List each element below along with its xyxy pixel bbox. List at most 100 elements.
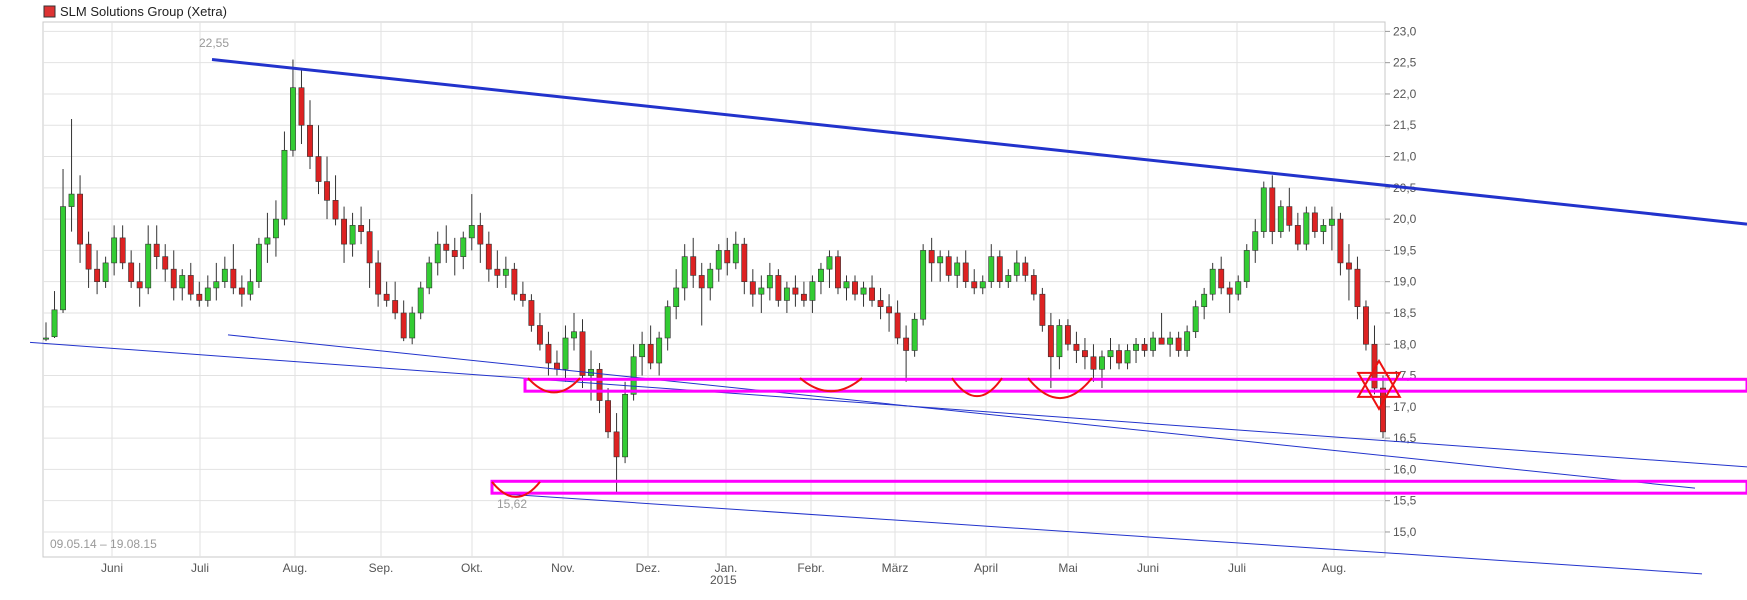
candle-body (715, 250, 722, 270)
candle-body (835, 256, 841, 289)
candle-body (809, 281, 816, 301)
chart-legend: SLM Solutions Group (Xetra) (43, 4, 227, 19)
candle-body (1192, 306, 1199, 333)
y-tick-label: 22,5 (1393, 56, 1417, 70)
candle-body (775, 275, 782, 301)
x-year-label: 2015 (710, 573, 737, 587)
candle-body (1064, 325, 1071, 345)
candle-body (204, 287, 211, 301)
candle-body (1235, 281, 1242, 295)
candle-body (400, 312, 407, 339)
candle-body (758, 287, 765, 295)
x-tick-label: März (882, 561, 909, 575)
x-tick-label: Aug. (283, 561, 308, 575)
candle-body (818, 268, 824, 282)
candle-body (622, 394, 629, 458)
candle-body (366, 231, 373, 264)
candle-body (954, 262, 961, 276)
candle-body (409, 312, 416, 339)
candle-body (852, 281, 858, 295)
candle-body (128, 262, 135, 282)
x-tick-label: Juni (101, 561, 123, 575)
candle-body (502, 268, 509, 276)
candle-body (443, 243, 450, 251)
candle-body (647, 343, 654, 364)
x-tick-label: Febr. (797, 561, 824, 575)
candle-body (1277, 206, 1284, 232)
candle-body (519, 293, 526, 301)
candle-body (690, 256, 697, 276)
candle-body (783, 287, 790, 301)
x-tick-label: Aug. (1322, 561, 1347, 575)
candle-body (290, 87, 296, 151)
candle-body (272, 218, 279, 239)
y-tick-label: 15,0 (1393, 525, 1417, 539)
candle-body (102, 262, 109, 282)
candle-body (988, 256, 995, 282)
candle-body (111, 237, 118, 264)
candle-body (1184, 331, 1191, 351)
candle-body (1133, 343, 1139, 351)
candle-body (741, 243, 748, 282)
candle-body (613, 431, 620, 458)
candle-body (179, 275, 186, 289)
candle-body (1005, 275, 1012, 282)
candle-body (630, 356, 637, 395)
candle-body (979, 281, 986, 289)
candle-body (145, 243, 152, 289)
candle-body (962, 262, 969, 282)
y-tick-label: 21,0 (1393, 150, 1417, 164)
x-tick-label: Dez. (636, 561, 661, 575)
candle-body (77, 193, 84, 245)
candle-body (51, 309, 58, 338)
candle-body (196, 293, 203, 301)
candle-body (664, 306, 671, 339)
candle-body (1167, 337, 1174, 345)
candle-body (928, 250, 935, 264)
candle-body (605, 400, 611, 433)
candle-body (1380, 387, 1386, 433)
candle-body (903, 337, 910, 351)
y-tick-label: 18,0 (1393, 337, 1417, 351)
candle-body (1013, 262, 1020, 276)
candle-body (468, 225, 475, 239)
candle-body (571, 331, 577, 339)
y-tick-label: 22,0 (1393, 87, 1417, 101)
date-range-label: 09.05.14 – 19.08.15 (50, 537, 157, 551)
candle-body (1328, 218, 1335, 226)
candle-body (1269, 187, 1276, 232)
candle-body (434, 243, 441, 264)
candle-body (511, 268, 518, 295)
x-tick-label: Nov. (551, 561, 575, 575)
candle-body (869, 287, 875, 301)
candle-body (1030, 275, 1037, 295)
candle-body (732, 243, 739, 264)
candle-body (383, 293, 390, 301)
candle-body (749, 281, 756, 295)
candle-body (119, 237, 126, 264)
candle-body (1141, 343, 1148, 351)
y-tick-label: 19,0 (1393, 275, 1417, 289)
candle-body (417, 287, 424, 314)
candle-body (877, 300, 884, 308)
candle-body (920, 250, 927, 320)
candle-body (94, 268, 101, 282)
y-tick-label: 16,0 (1393, 462, 1417, 476)
candle-body (996, 256, 1003, 282)
x-tick-label: Juli (191, 561, 209, 575)
x-tick-label: Okt. (461, 561, 483, 575)
candle-body (213, 281, 220, 289)
candle-body (264, 237, 271, 245)
candle-body (43, 337, 49, 340)
candle-body (1116, 350, 1122, 364)
candle-body (162, 256, 169, 270)
candle-body (971, 281, 978, 289)
candle-body (639, 343, 646, 358)
candle-body (392, 300, 399, 314)
high-price-label: 22,55 (199, 36, 229, 50)
candle-body (451, 250, 458, 257)
candle-body (894, 312, 901, 339)
candle-body (707, 268, 714, 289)
candle-body (1099, 356, 1105, 370)
x-tick-label: April (974, 561, 998, 575)
